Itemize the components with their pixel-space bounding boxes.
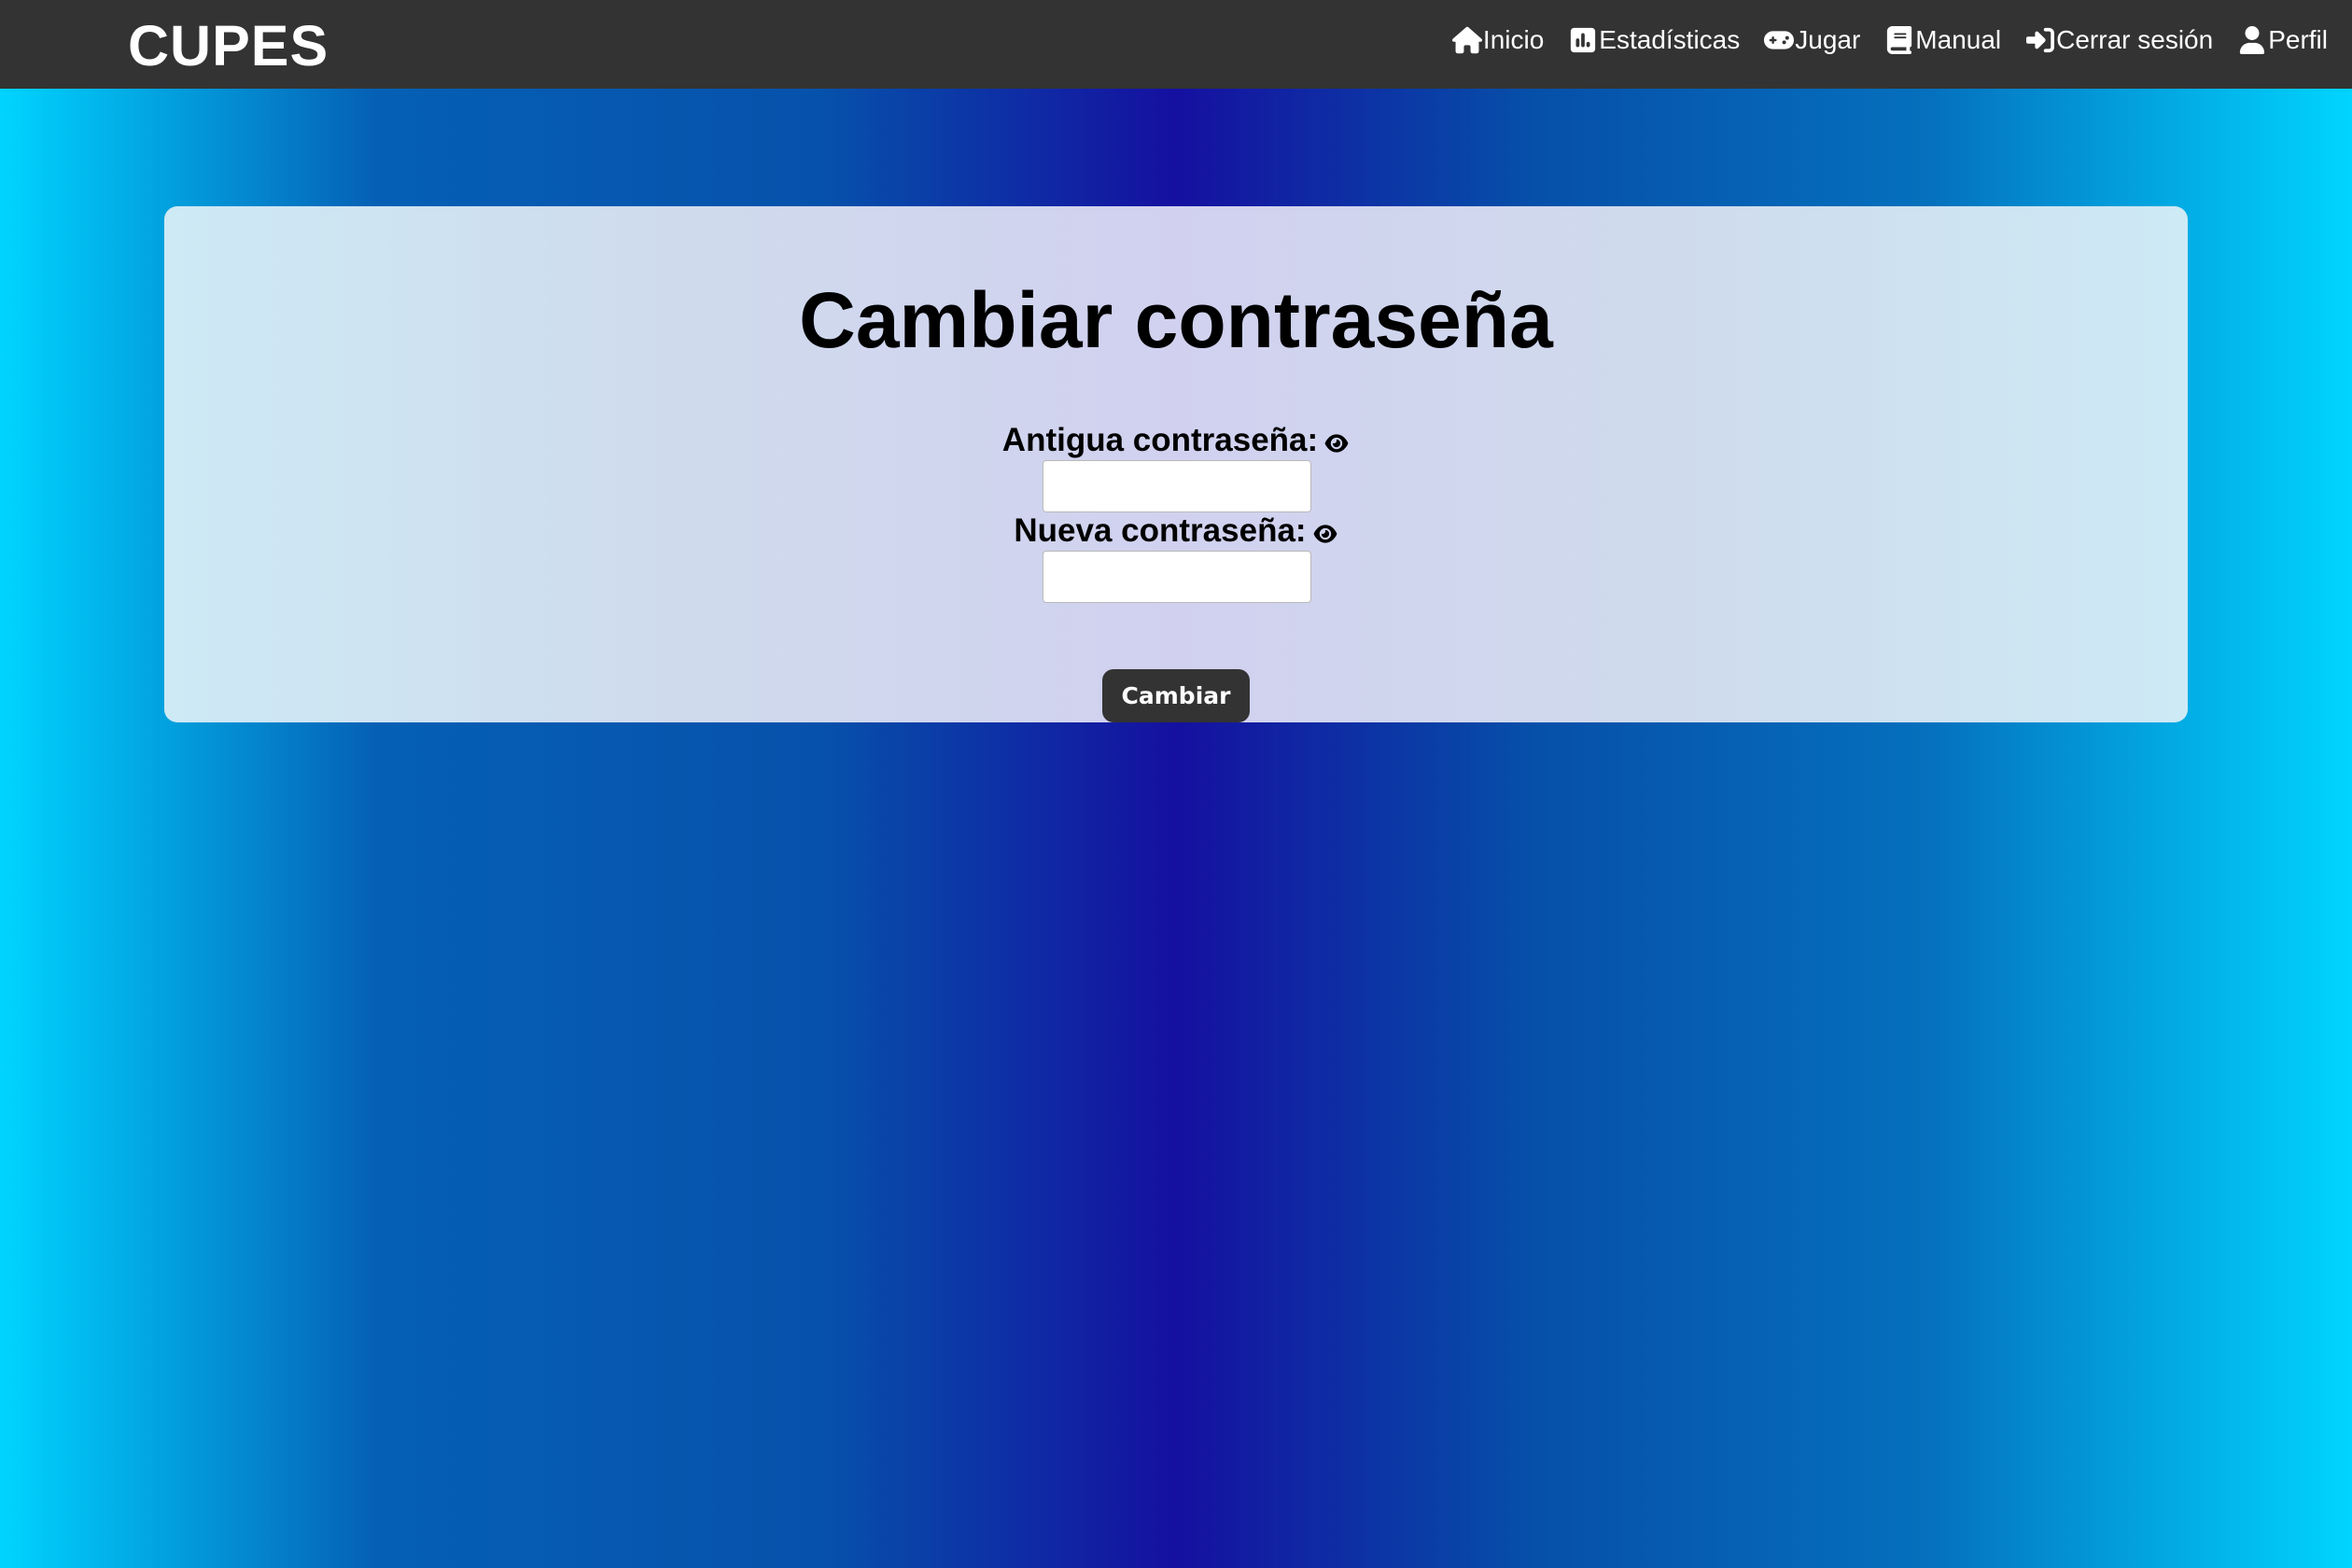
brand-logo[interactable]: CUPES: [128, 13, 329, 78]
book-icon: [1887, 26, 1912, 54]
new-password-input[interactable]: [1043, 551, 1311, 603]
nav-item-estadisticas[interactable]: Estadísticas: [1568, 21, 1740, 60]
nav-item-manual[interactable]: Manual: [1884, 21, 2001, 60]
nav-label-manual: Manual: [1915, 25, 2002, 54]
nav-label-estadisticas: Estadísticas: [1599, 25, 1741, 54]
nav-item-inicio[interactable]: Inicio: [1451, 21, 1545, 60]
chart-bar-icon: [1571, 27, 1596, 53]
change-password-card: Cambiar contraseña Antigua contraseña: N…: [164, 206, 2188, 722]
nav-links: Inicio Estadísticas Jugar Manual Cerrar …: [1428, 21, 2328, 60]
page-title: Cambiar contraseña: [799, 276, 1553, 364]
old-password-label-row: Antigua contraseña:: [164, 421, 2188, 460]
nav-label-jugar: Jugar: [1795, 25, 1861, 54]
eye-icon[interactable]: [1312, 524, 1338, 544]
nav-label-inicio: Inicio: [1482, 25, 1545, 54]
new-password-label: Nueva contraseña:: [1014, 512, 1307, 549]
old-password-label: Antigua contraseña:: [1001, 422, 1319, 458]
new-password-label-row: Nueva contraseña:: [164, 511, 2188, 551]
nav-label-cerrar-sesion: Cerrar sesión: [2056, 25, 2214, 54]
gamepad-icon: [1764, 31, 1795, 49]
nav-label-perfil: Perfil: [2268, 25, 2328, 54]
nav-item-cerrar-sesion[interactable]: Cerrar sesión: [2025, 21, 2213, 60]
user-icon: [2240, 26, 2265, 54]
home-icon: [1451, 26, 1482, 54]
cambiar-button[interactable]: Cambiar: [1102, 669, 1250, 722]
nav-item-perfil[interactable]: Perfil: [2237, 21, 2328, 60]
eye-icon[interactable]: [1323, 433, 1350, 454]
sign-in-arrow-icon: [2026, 27, 2055, 53]
nav-item-jugar[interactable]: Jugar: [1764, 21, 1860, 60]
top-navbar: CUPES Inicio Estadísticas Jugar Manual C…: [0, 0, 2352, 89]
old-password-input[interactable]: [1043, 460, 1311, 512]
